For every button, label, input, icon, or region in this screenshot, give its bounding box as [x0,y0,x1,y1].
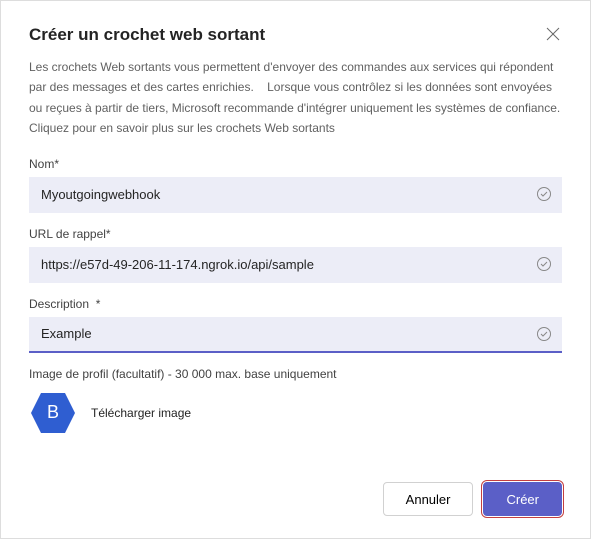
upload-image-link[interactable]: Télécharger image [91,406,191,420]
create-button[interactable]: Créer [483,482,562,516]
name-input[interactable] [41,187,526,202]
check-icon [536,256,552,272]
check-icon [536,326,552,342]
close-icon [546,28,560,45]
name-input-wrap[interactable] [29,177,562,213]
avatar-hexagon[interactable]: B [29,389,77,437]
description-input[interactable] [41,326,526,341]
callback-label: URL de rappel* [29,227,562,241]
avatar-letter: B [47,402,59,423]
close-button[interactable] [544,25,562,47]
name-label: Nom* [29,157,562,171]
dialog-title: Créer un crochet web sortant [29,25,265,45]
callback-input[interactable] [41,257,526,272]
description-label: Description * [29,297,562,311]
description-input-wrap[interactable] [29,317,562,353]
cancel-button[interactable]: Annuler [383,482,474,516]
check-icon [536,186,552,202]
dialog-intro: Les crochets Web sortants vous permetten… [29,57,562,139]
profile-label: Image de profil (facultatif) - 30 000 ma… [29,367,562,381]
callback-input-wrap[interactable] [29,247,562,283]
